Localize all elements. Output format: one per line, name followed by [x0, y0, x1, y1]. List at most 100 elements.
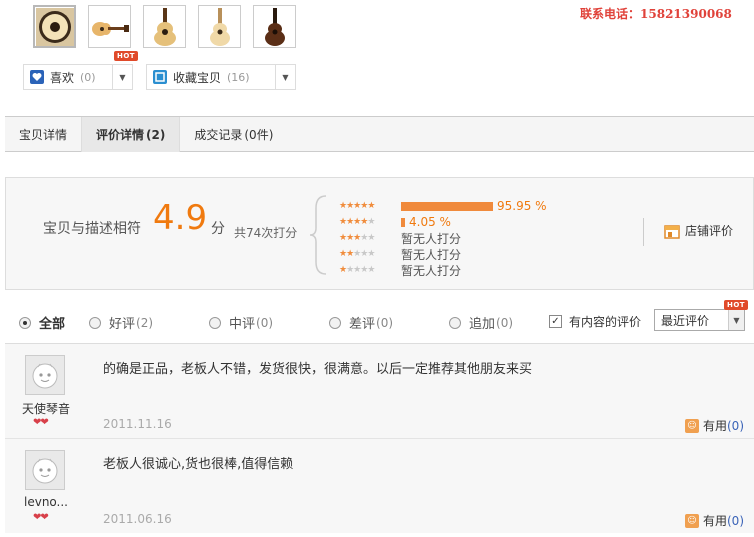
rating-summary: 宝贝与描述相符 4.9 分 共74次打分 ★★★★★ 95.95 % ★★★★★ 4.… — [5, 177, 754, 290]
guitar-light-icon — [209, 7, 230, 46]
like-dropdown-toggle[interactable]: ▼ — [112, 65, 132, 89]
tab-label: 成交记录 — [194, 128, 243, 142]
shop-rating-label: 店铺评价 — [685, 224, 734, 238]
useful-count: (0) — [727, 513, 744, 528]
avatar[interactable] — [25, 450, 65, 490]
contact-number: 15821390068 — [640, 7, 732, 21]
tab-label: 评价详情 — [96, 128, 145, 142]
rating-percent: 95.95 % — [497, 199, 547, 213]
guitar-dark-icon — [264, 7, 285, 46]
tab-transactions[interactable]: 成交记录 (0件) — [180, 117, 287, 152]
tab-item-details[interactable]: 宝贝详情 — [5, 117, 83, 152]
radio-selected-icon — [19, 316, 31, 329]
thumbs-up-icon: ☺ — [684, 418, 699, 433]
radio-icon — [89, 316, 101, 329]
divider — [643, 218, 644, 246]
heart-icon — [30, 70, 44, 84]
contact-label: 联系电话： — [580, 7, 641, 21]
contact-phone: 联系电话：15821390068 — [580, 5, 732, 22]
reviewer-name[interactable]: levno... — [5, 495, 87, 509]
favorite-icon — [153, 70, 167, 84]
useful-count: (0) — [727, 418, 744, 433]
checkmark-icon: ✓ — [549, 315, 562, 328]
shop-icon — [664, 224, 680, 239]
tab-count: (0件) — [244, 128, 274, 142]
reviewer-name[interactable]: 天使琴音 — [5, 400, 87, 417]
like-button[interactable]: 喜欢 (0) ▼ — [23, 64, 133, 90]
like-count: (0) — [80, 70, 96, 84]
thumbnail-4[interactable] — [198, 5, 241, 48]
avatar[interactable] — [25, 355, 65, 395]
review-text: 老板人很诚心,货也很棒,值得信赖 — [103, 457, 294, 472]
useful-label: 有用 — [702, 514, 727, 528]
radio-icon — [329, 316, 341, 329]
review-date: 2011.11.16 — [103, 417, 172, 431]
default-avatar-icon — [32, 458, 58, 484]
tab-label: 宝贝详情 — [19, 128, 68, 142]
review-date: 2011.06.16 — [103, 512, 172, 526]
filter-label: 追加 — [469, 317, 496, 332]
useful-button[interactable]: ☺ 有用 (0) — [684, 417, 744, 434]
filter-label: 差评 — [349, 317, 376, 332]
thumbnail-1[interactable] — [33, 5, 76, 48]
filter-count: (2) — [136, 315, 154, 330]
chevron-down-icon: ▼ — [728, 310, 744, 330]
thumbnail-5[interactable] — [253, 5, 296, 48]
guitar-front-icon — [153, 7, 176, 46]
useful-label: 有用 — [702, 419, 727, 433]
review-filters: 全部 好评 (2) 中评 (0) 差评 (0) 追加 (0) ✓ 有内容的评价 最近评价 … — [0, 300, 754, 335]
review-item: 天使琴音 ❤❤ 的确是正品，老板人不错，发货很快，很满意。以后一定推荐其他朋友来… — [5, 343, 754, 438]
filter-append[interactable]: 追加 (0) — [449, 313, 513, 332]
hot-badge: HOT — [724, 300, 749, 310]
favorite-button[interactable]: 收藏宝贝 (16) ▼ — [146, 64, 296, 90]
rating-percent: 4.05 % — [409, 215, 451, 229]
star-rating-icon: ★★★★★ — [339, 201, 375, 211]
star-rating-icon: ★★★★★ — [339, 233, 375, 243]
useful-button[interactable]: ☺ 有用 (0) — [684, 512, 744, 529]
rating-row-4-star: ★★★★★ 4.05 % — [339, 214, 547, 230]
brace-divider — [309, 195, 327, 275]
favorite-count: (16) — [227, 70, 250, 84]
rating-bar — [401, 201, 493, 211]
radio-icon — [449, 316, 461, 329]
rating-percent: 暂无人打分 — [401, 247, 462, 262]
favorite-dropdown-toggle[interactable]: ▼ — [275, 65, 295, 89]
favorite-label: 收藏宝贝 — [173, 70, 222, 85]
filter-count: (0) — [496, 315, 514, 330]
tab-reviews[interactable]: 评价详情 (2) — [82, 117, 181, 152]
filter-neutral[interactable]: 中评 (0) — [209, 313, 273, 332]
rating-unit: 分 — [211, 221, 225, 237]
rating-percent: 暂无人打分 — [401, 231, 462, 246]
default-avatar-icon — [32, 363, 58, 389]
filter-count: (0) — [376, 315, 394, 330]
rating-row-3-star: ★★★★★ 暂无人打分 — [339, 230, 547, 246]
filter-bad[interactable]: 差评 (0) — [329, 313, 393, 332]
thumbnail-3[interactable] — [143, 5, 186, 48]
rating-distribution: ★★★★★ 95.95 % ★★★★★ 4.05 % ★★★★★ 暂无人打分 ★★★★★ 暂无… — [339, 198, 547, 278]
thumbnail-2[interactable] — [88, 5, 131, 48]
filter-label: 好评 — [109, 317, 136, 332]
review-text: 的确是正品，老板人不错，发货很快，很满意。以后一定推荐其他朋友来买 — [103, 362, 533, 377]
with-content-checkbox[interactable]: ✓ 有内容的评价 — [549, 313, 641, 330]
rating-percent: 暂无人打分 — [401, 263, 462, 278]
hot-badge: HOT — [114, 51, 139, 61]
reviewer-level-icon: ❤❤ — [33, 512, 49, 523]
rating-row-5-star: ★★★★★ 95.95 % — [339, 198, 547, 214]
rating-score: 4.9 — [153, 198, 208, 238]
filter-good[interactable]: 好评 (2) — [89, 313, 153, 332]
rating-count: 共74次打分 — [234, 226, 298, 240]
radio-icon — [209, 316, 221, 329]
rating-row-2-star: ★★★★★ 暂无人打分 — [339, 246, 547, 262]
sort-select[interactable]: 最近评价 ▼ — [654, 309, 745, 331]
chevron-down-icon: ▼ — [119, 72, 126, 82]
review-item: levno... ❤❤ 老板人很诚心,货也很棒,值得信赖 2011.06.16 … — [5, 438, 754, 533]
chevron-down-icon: ▼ — [282, 72, 289, 82]
filter-label: 全部 — [39, 317, 66, 332]
star-rating-icon: ★★★★★ — [339, 265, 375, 275]
filter-all[interactable]: 全部 — [19, 313, 65, 332]
checkbox-label: 有内容的评价 — [569, 315, 642, 329]
shop-rating-link[interactable]: 店铺评价 — [664, 222, 733, 239]
like-label: 喜欢 — [50, 70, 75, 85]
reviewer-level-icon: ❤❤ — [33, 417, 49, 428]
rating-bar — [401, 217, 405, 227]
